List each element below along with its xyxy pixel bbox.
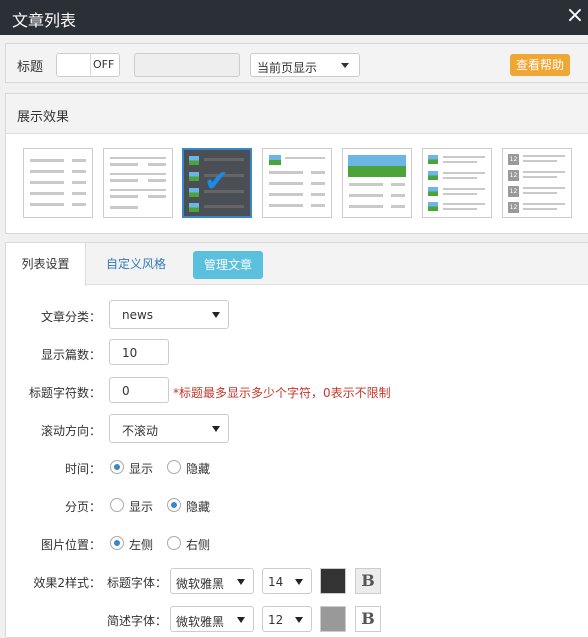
display-effects-panel: 展示效果 ✔ 12 12 12 12 — [5, 93, 588, 234]
caret-down-icon — [212, 312, 220, 318]
title-color-swatch[interactable] — [320, 568, 346, 594]
effect-option-image-rows[interactable] — [422, 148, 492, 218]
paging-label: 分页： — [64, 500, 101, 514]
paging-hide-label: 隐藏 — [186, 500, 211, 514]
tab-custom-style[interactable]: 自定义风格 — [104, 243, 168, 285]
caret-down-icon — [237, 579, 245, 585]
effect-option-text-list[interactable] — [23, 148, 93, 218]
category-select[interactable]: news — [109, 300, 229, 329]
title-chars-input[interactable]: 0 — [109, 377, 169, 403]
effect-option-banner-list[interactable] — [342, 148, 412, 218]
time-hide-radio[interactable] — [167, 460, 181, 474]
effect-option-image-list-selected[interactable]: ✔ — [182, 148, 252, 218]
scroll-label: 滚动方向： — [40, 424, 101, 438]
paging-show-radio[interactable] — [110, 498, 124, 512]
image-left-radio[interactable] — [110, 536, 124, 550]
desc-size-value: 12 — [268, 613, 284, 627]
scroll-value: 不滚动 — [122, 424, 159, 438]
effect-option-summary-list[interactable] — [103, 148, 173, 218]
image-position-label: 图片位置： — [40, 538, 101, 552]
selected-check-icon: ✔ — [204, 164, 230, 199]
window-title: 文章列表 — [12, 11, 77, 30]
scroll-select[interactable]: 不滚动 — [109, 414, 229, 443]
time-show-label: 显示 — [129, 462, 154, 476]
settings-tabs: 列表设置 自定义风格 管理文章 — [6, 243, 588, 286]
caret-down-icon — [237, 617, 245, 623]
desc-bold-button[interactable]: B — [355, 606, 381, 632]
title-size-select[interactable]: 14 — [262, 568, 312, 594]
time-label: 时间： — [64, 462, 101, 476]
time-show-radio[interactable] — [110, 460, 124, 474]
title-size-value: 14 — [268, 575, 284, 589]
count-input[interactable]: 10 — [109, 339, 169, 365]
effect-option-image-header-list[interactable] — [262, 148, 332, 218]
category-label: 文章分类： — [40, 310, 101, 324]
desc-size-select[interactable]: 12 — [262, 606, 312, 632]
count-label: 显示篇数： — [40, 348, 101, 362]
caret-down-icon — [295, 617, 303, 623]
title-toolbar: 标题 OFF 当前页显示 查看帮助 — [5, 43, 588, 83]
title-font-select[interactable]: 微软雅黑 — [170, 568, 254, 594]
window-titlebar: 文章列表 × — [0, 0, 588, 35]
caret-down-icon — [212, 426, 220, 432]
paging-hide-radio[interactable] — [167, 498, 181, 512]
title-chars-hint: *标题最多显示多少个字符，0表示不限制 — [173, 386, 391, 400]
toggle-knob — [57, 54, 91, 76]
title-text-input[interactable] — [134, 53, 240, 77]
title-label: 标题 — [17, 60, 44, 75]
close-icon[interactable]: × — [564, 4, 586, 28]
title-font-label: 标题字体： — [107, 576, 168, 590]
image-right-radio[interactable] — [167, 536, 181, 550]
image-left-label: 左侧 — [129, 538, 154, 552]
effect-option-date-list[interactable]: 12 12 12 12 — [502, 148, 572, 218]
count-value: 10 — [122, 346, 138, 360]
tab-list-settings[interactable]: 列表设置 — [6, 243, 86, 286]
title-bold-button[interactable]: B — [355, 568, 381, 594]
image-right-label: 右侧 — [186, 538, 211, 552]
title-chars-label: 标题字符数： — [28, 386, 101, 400]
help-button[interactable]: 查看帮助 — [510, 54, 570, 76]
display-mode-select[interactable]: 当前页显示 — [250, 53, 360, 77]
caret-down-icon — [341, 63, 349, 68]
settings-panel: 列表设置 自定义风格 管理文章 文章分类： news 显示篇数： 10 标题字符… — [5, 242, 588, 638]
display-mode-value: 当前页显示 — [257, 61, 318, 75]
effects-header: 展示效果 — [6, 94, 588, 134]
title-toggle[interactable]: OFF — [56, 53, 120, 77]
title-font-value: 微软雅黑 — [176, 577, 225, 591]
caret-down-icon — [295, 579, 303, 585]
category-value: news — [122, 308, 154, 322]
paging-show-label: 显示 — [129, 500, 154, 514]
title-chars-value: 0 — [122, 384, 130, 398]
desc-font-label: 简述字体： — [107, 614, 168, 628]
manage-articles-button[interactable]: 管理文章 — [193, 251, 263, 279]
desc-font-value: 微软雅黑 — [176, 615, 225, 629]
effects-title: 展示效果 — [17, 110, 70, 125]
desc-color-swatch[interactable] — [320, 606, 346, 632]
desc-font-select[interactable]: 微软雅黑 — [170, 606, 254, 632]
toggle-state-text: OFF — [93, 58, 115, 71]
style2-label: 效果2样式： — [33, 576, 101, 590]
time-hide-label: 隐藏 — [186, 462, 211, 476]
